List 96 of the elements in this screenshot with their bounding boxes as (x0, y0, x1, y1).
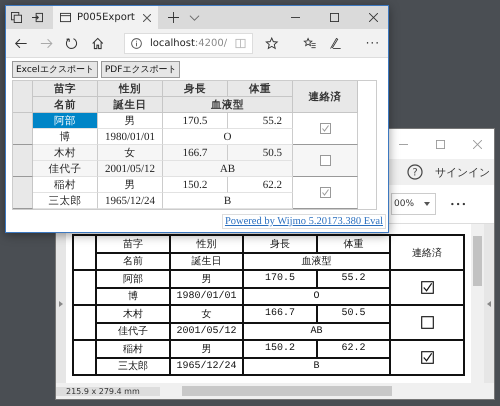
table-cell: AB (243, 322, 390, 340)
column-header: 血液型 (163, 97, 293, 113)
close-icon[interactable] (369, 13, 378, 22)
triangle-left-icon[interactable] (487, 300, 491, 306)
table-cell: 三太郎 (96, 358, 170, 375)
grid-cell[interactable]: 2001/05/12 (98, 161, 163, 177)
help-icon[interactable]: ? (407, 164, 423, 180)
grid-cell[interactable]: 男 (98, 113, 163, 129)
row-header[interactable] (13, 113, 33, 145)
column-header: 誕生日 (98, 97, 163, 113)
export-button[interactable]: PDFエクスポート (100, 61, 180, 78)
grid-cell[interactable]: 1980/01/01 (98, 129, 163, 145)
table-header-cell: 連絡済 (390, 235, 464, 270)
page-size-label: 215.9 x 279.4 mm (56, 386, 160, 396)
checkbox[interactable] (320, 155, 330, 166)
grid-cell[interactable] (293, 145, 358, 177)
column-header: 体重 (228, 81, 293, 97)
grid-cell[interactable]: 女 (98, 145, 163, 161)
table-cell: 62.2 (317, 340, 390, 358)
table-cell: 150.2 (243, 340, 317, 358)
grid-cell[interactable]: 佳代子 (33, 161, 98, 177)
page-icon (60, 12, 71, 23)
grid-cell[interactable]: 1965/12/24 (98, 193, 163, 209)
table-cell: 阿部 (96, 270, 170, 288)
close-icon[interactable] (143, 14, 151, 22)
grid-cell[interactable]: O (163, 129, 293, 145)
grid-cell[interactable]: 男 (98, 177, 163, 193)
table-cell: 佳代子 (96, 322, 170, 340)
checkbox[interactable] (320, 123, 330, 134)
export-button[interactable]: Excelエクスポート (12, 61, 98, 78)
table-cell: 55.2 (317, 270, 390, 288)
sign-in-link[interactable]: サインイン (435, 164, 490, 180)
star-icon[interactable] (265, 36, 279, 50)
tabs-aside-icon[interactable] (11, 12, 22, 23)
home-icon[interactable] (90, 36, 104, 50)
table-cell: 1980/01/01 (170, 288, 243, 305)
vertical-scrollbar[interactable] (471, 224, 484, 383)
table-cell: B (243, 358, 390, 375)
table-header-cell: 誕生日 (170, 252, 243, 270)
table-cell: 50.5 (317, 305, 390, 322)
column-header: 連絡済 (293, 81, 358, 113)
zoom-dropdown[interactable]: 00% (391, 193, 436, 215)
table-cell: 女 (170, 305, 243, 322)
column-header: 苗字 (33, 81, 98, 97)
arrow-into-box-icon[interactable] (32, 12, 43, 23)
table-cell: 木村 (96, 305, 170, 322)
grid-cell[interactable]: 阿部 (33, 113, 98, 129)
grid-cell[interactable] (293, 113, 358, 145)
table-cell: O (243, 288, 390, 305)
table-header-cell: 血液型 (243, 252, 390, 270)
grid-cell[interactable]: 150.2 (163, 177, 228, 193)
address-bar[interactable]: localhost:4200/ (124, 32, 254, 54)
favorites-star-icon[interactable] (302, 36, 316, 50)
info-icon (131, 38, 142, 48)
pen-icon[interactable] (328, 36, 342, 50)
table-header-cell: 性別 (170, 235, 243, 252)
refresh-icon[interactable] (65, 36, 78, 50)
maximize-icon[interactable] (330, 13, 339, 22)
grid-cell[interactable]: 50.5 (228, 145, 293, 161)
row-header[interactable] (13, 145, 33, 177)
row-header[interactable] (13, 177, 33, 209)
table-cell: 166.7 (243, 305, 317, 322)
column-header: 性別 (98, 81, 163, 97)
table-cell: 170.5 (243, 270, 317, 288)
column-header: 身長 (163, 81, 228, 97)
plus-icon[interactable] (168, 12, 179, 23)
grid-cell[interactable]: 博 (33, 129, 98, 145)
grid-cell[interactable]: 55.2 (228, 113, 293, 129)
table-header-cell: 名前 (96, 252, 170, 270)
grid-cell[interactable]: AB (163, 161, 293, 177)
table-header-cell: 体重 (317, 235, 390, 252)
grid-cell[interactable]: 62.2 (228, 177, 293, 193)
grid-cell[interactable]: 稲村 (33, 177, 98, 193)
book-icon[interactable] (235, 38, 246, 48)
powered-by-link[interactable]: Powered by Wijmo 5.20173.380 Eval (222, 214, 386, 229)
more-button[interactable]: ··· (366, 36, 380, 50)
triangle-right-icon[interactable] (59, 300, 63, 306)
grid-cell[interactable]: 木村 (33, 145, 98, 161)
grid-cell[interactable]: B (163, 193, 293, 209)
checkbox[interactable] (320, 187, 330, 198)
column-header: 名前 (33, 97, 98, 113)
table-cell: 博 (96, 288, 170, 305)
table-cell: 稲村 (96, 340, 170, 358)
table-cell: 男 (170, 270, 243, 288)
caret-icon (424, 202, 430, 206)
browser-tab[interactable]: P005Export (53, 6, 158, 29)
table-cell: 男 (170, 340, 243, 358)
table-cell: 1965/12/24 (170, 358, 243, 375)
grid-cell[interactable]: 170.5 (163, 113, 228, 129)
grid-cell[interactable]: 166.7 (163, 145, 228, 161)
grid-cell[interactable] (293, 177, 358, 209)
more-button[interactable]: ••• (450, 200, 468, 208)
table-header-cell: 身長 (243, 235, 317, 252)
table-header-cell: 苗字 (96, 235, 170, 252)
grid-cell[interactable]: 三太郎 (33, 193, 98, 209)
table-cell: 2001/05/12 (170, 322, 243, 340)
